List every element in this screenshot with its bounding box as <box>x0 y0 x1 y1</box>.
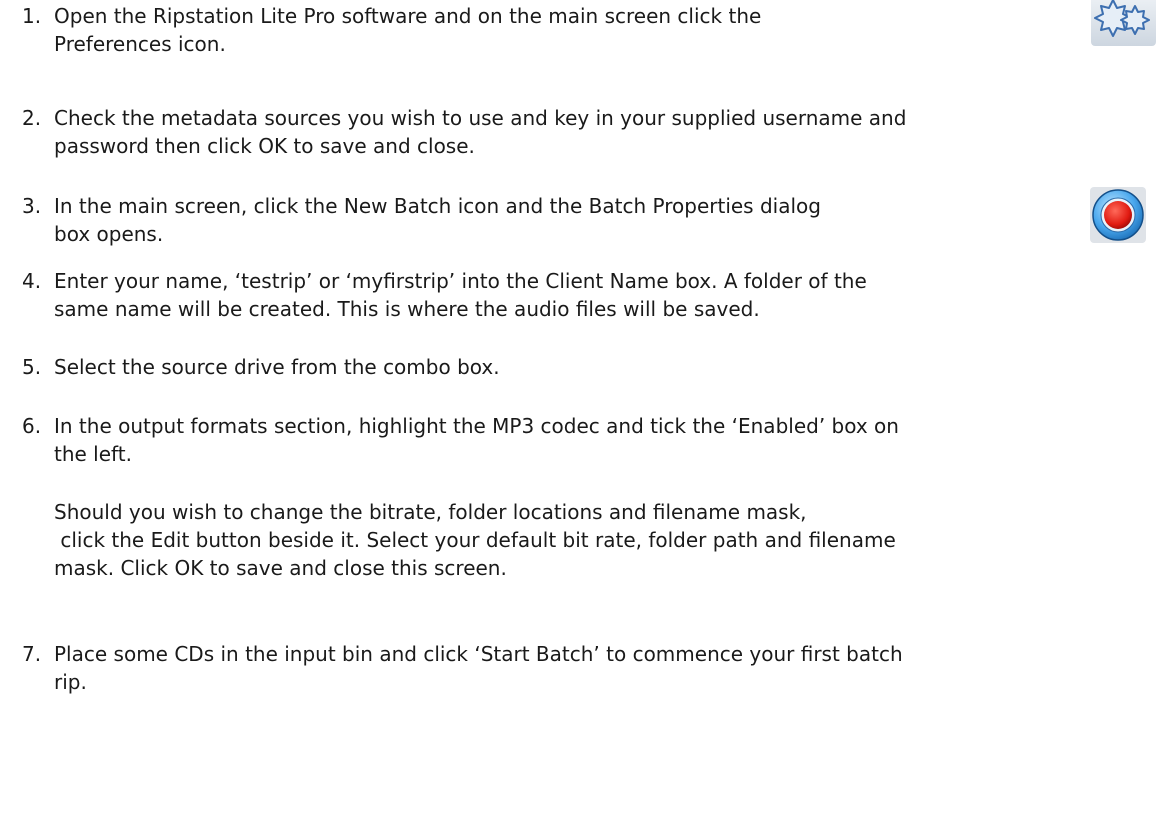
step-text: In the main screen, click the New Batch … <box>54 194 821 218</box>
step-number: 1. <box>22 4 42 28</box>
step-text: Place some CDs in the input bin and clic… <box>54 642 903 666</box>
step-number: 7. <box>22 642 42 666</box>
step-6-details: Should you wish to change the bitrate, f… <box>54 498 896 582</box>
step-4: 4. Enter your name, ‘testrip’ or ‘myfirst… <box>22 267 867 323</box>
step-number: 2. <box>22 106 42 130</box>
step-3: 3. In the main screen, click the New Batc… <box>22 192 821 248</box>
step-text: box opens. <box>54 222 164 246</box>
step-text: Should you wish to change the bitrate, f… <box>54 500 807 524</box>
step-text: password then click OK to save and close… <box>54 134 475 158</box>
step-text: Preferences icon. <box>54 32 226 56</box>
step-number: 3. <box>22 194 42 218</box>
step-5: 5. Select the source drive from the combo… <box>22 353 500 381</box>
step-text: Open the Ripstation Lite Pro software an… <box>54 4 762 28</box>
new-batch-record-icon <box>1090 187 1146 243</box>
step-1: 1. Open the Ripstation Lite Pro software … <box>22 2 761 58</box>
step-2: 2. Check the metadata sources you wish to… <box>22 104 906 160</box>
step-text: rip. <box>54 670 87 694</box>
step-text: click the Edit button beside it. Select … <box>54 528 896 552</box>
step-number: 6. <box>22 414 42 438</box>
step-text: In the output formats section, highlight… <box>54 414 899 438</box>
step-text: Select the source drive from the combo b… <box>54 355 500 379</box>
step-number: 4. <box>22 269 42 293</box>
step-text: the left. <box>54 442 132 466</box>
step-text: same name will be created. This is where… <box>54 297 760 321</box>
step-text: mask. Click OK to save and close this sc… <box>54 556 507 580</box>
step-6: 6. In the output formats section, highlig… <box>22 412 899 468</box>
step-number: 5. <box>22 355 42 379</box>
step-text: Enter your name, ‘testrip’ or ‘myfirstri… <box>54 269 867 293</box>
step-text: Check the metadata sources you wish to u… <box>54 106 907 130</box>
step-7: 7. Place some CDs in the input bin and cl… <box>22 640 903 696</box>
preferences-gears-icon <box>1091 0 1156 46</box>
